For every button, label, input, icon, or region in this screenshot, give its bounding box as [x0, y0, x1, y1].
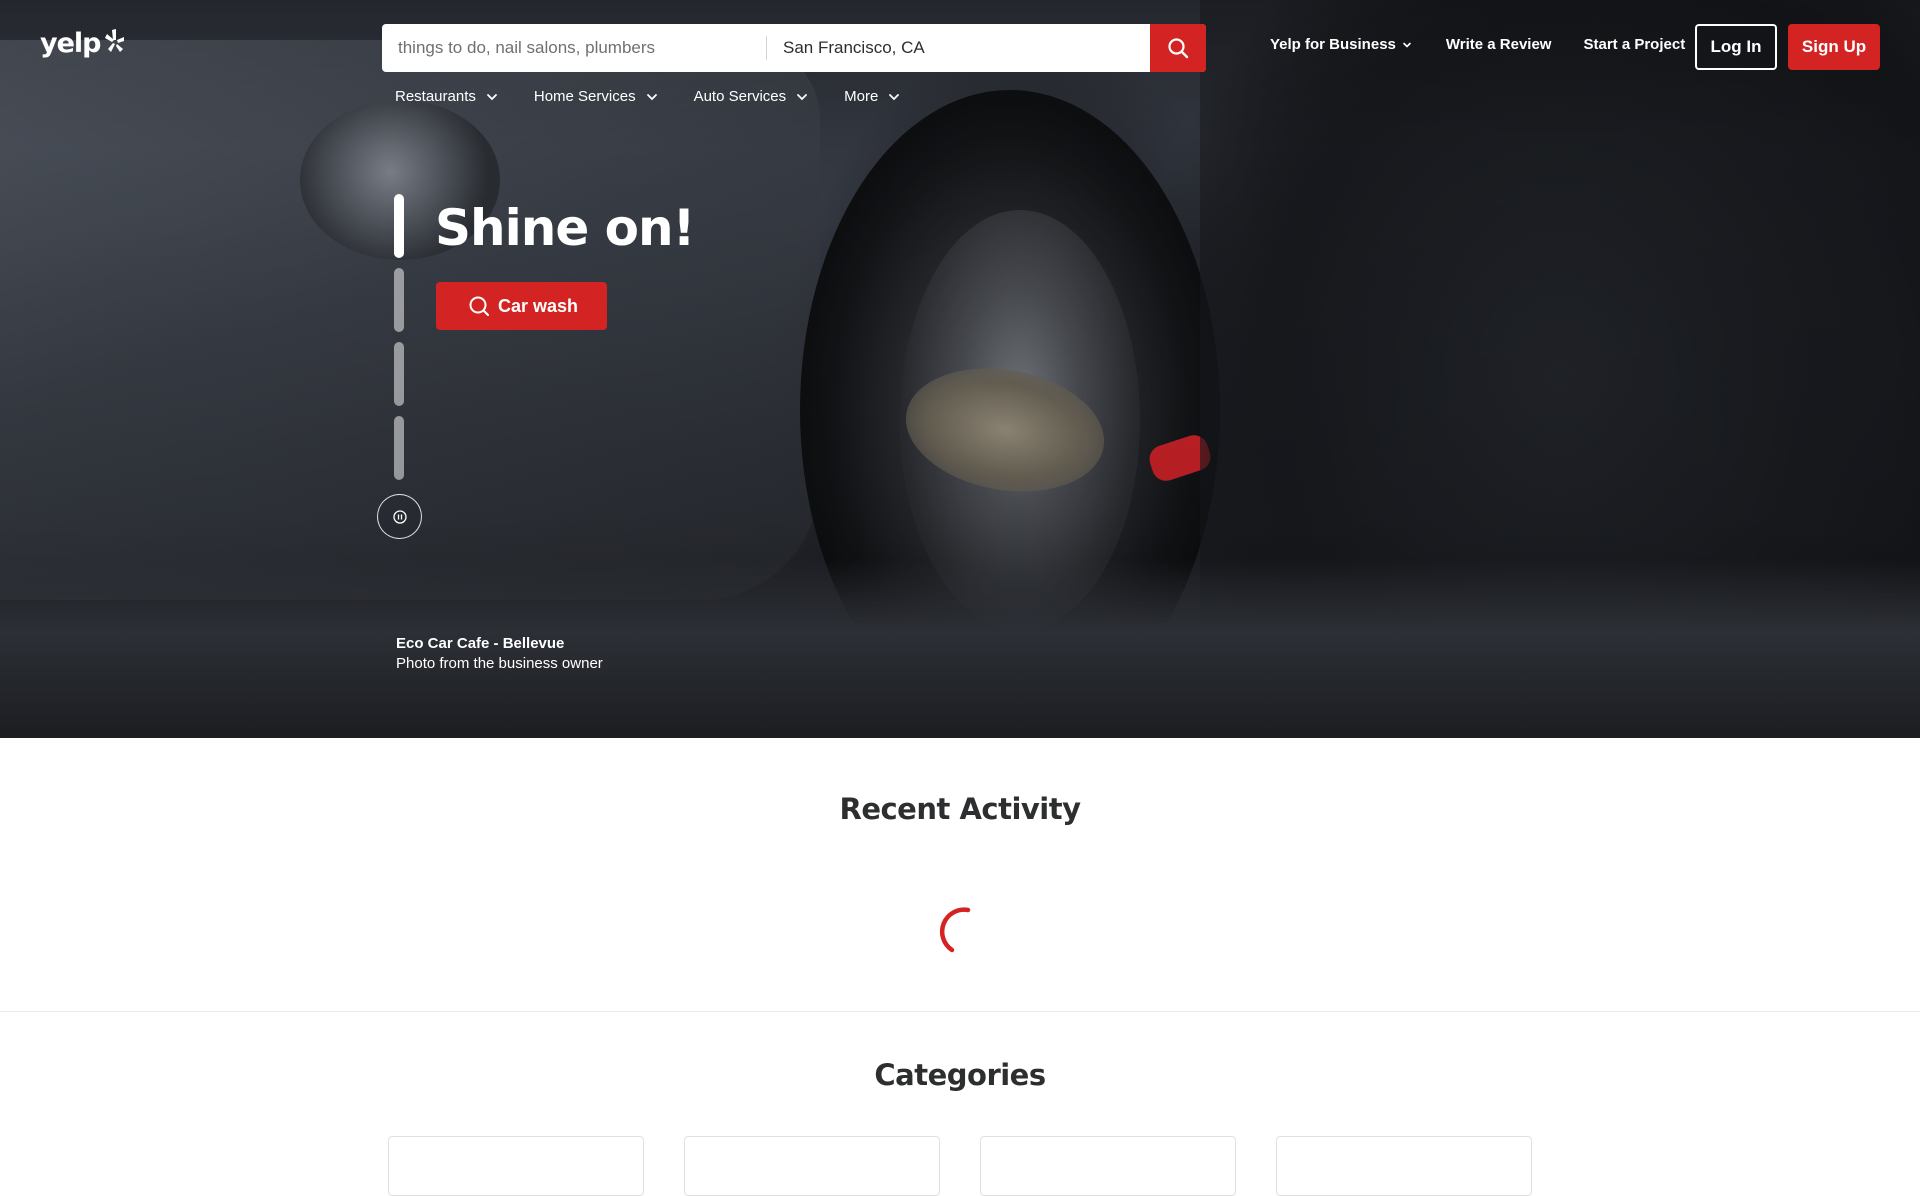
pause-icon — [392, 509, 407, 524]
yelp-for-business-label: Yelp for Business — [1270, 36, 1396, 53]
top-nav: Yelp for Business Write a Review Start a… — [1270, 36, 1717, 53]
category-label: Home Services — [533, 88, 636, 105]
yelp-logo[interactable]: yelp — [40, 28, 125, 59]
hero-headline: Shine on! — [435, 199, 695, 257]
search-icon — [1168, 38, 1189, 59]
category-restaurants[interactable]: Restaurants — [395, 88, 498, 105]
category-card[interactable] — [1276, 1136, 1532, 1196]
chevron-down-icon — [1403, 42, 1411, 48]
write-review-label: Write a Review — [1445, 36, 1552, 53]
find-input[interactable] — [382, 24, 766, 72]
slide-progress-fill — [394, 194, 404, 258]
chevron-down-icon — [486, 93, 497, 100]
slide-progress-bar[interactable] — [394, 416, 404, 480]
category-home-services[interactable]: Home Services — [534, 88, 658, 105]
photo-credit-note: Photo from the business owner — [396, 655, 603, 672]
slide-progress-bar[interactable] — [394, 342, 404, 406]
login-button[interactable]: Log In — [1695, 24, 1777, 70]
yelp-burst-icon — [104, 28, 124, 52]
search-submit-button[interactable] — [1150, 24, 1206, 72]
category-more[interactable]: More — [844, 88, 900, 105]
category-card[interactable] — [388, 1136, 644, 1196]
pause-button[interactable] — [377, 494, 422, 539]
yelp-for-business-menu[interactable]: Yelp for Business — [1270, 36, 1412, 53]
chevron-down-icon — [646, 93, 657, 100]
photo-credit-business[interactable]: Eco Car Cafe - Bellevue — [396, 634, 603, 654]
search-bar — [382, 24, 1206, 72]
category-label: Restaurants — [395, 88, 476, 105]
near-input[interactable] — [767, 24, 1150, 72]
category-nav: Restaurants Home Services Auto Services … — [395, 88, 936, 105]
photo-credit: Eco Car Cafe - Bellevue Photo from the b… — [396, 634, 603, 674]
recent-activity-title: Recent Activity — [839, 792, 1081, 826]
slide-progress — [394, 194, 404, 490]
chevron-down-icon — [889, 93, 900, 100]
loading-spinner-icon — [939, 907, 971, 953]
category-label: More — [844, 88, 879, 105]
start-project-link[interactable]: Start a Project — [1583, 36, 1685, 53]
category-auto-services[interactable]: Auto Services — [694, 88, 809, 105]
section-divider — [0, 1011, 1920, 1012]
category-card[interactable] — [980, 1136, 1236, 1196]
slide-progress-bar[interactable] — [394, 194, 404, 258]
hero-cta-button[interactable]: Car wash — [436, 282, 607, 330]
category-cards — [388, 1136, 1572, 1196]
chevron-down-icon — [797, 93, 808, 100]
logo-wordmark: yelp — [40, 28, 101, 59]
hero-cta-label: Car wash — [498, 295, 579, 316]
write-review-link[interactable]: Write a Review — [1446, 36, 1552, 53]
hero-shade-overlay — [0, 0, 1920, 738]
signup-button[interactable]: Sign Up — [1788, 24, 1880, 70]
search-icon — [469, 296, 490, 317]
slide-progress-bar[interactable] — [394, 268, 404, 332]
start-project-label: Start a Project — [1583, 36, 1686, 53]
categories-title: Categories — [874, 1058, 1046, 1092]
category-card[interactable] — [684, 1136, 940, 1196]
hero-banner: yelp Yelp for Business — [0, 0, 1920, 738]
category-label: Auto Services — [693, 88, 787, 105]
